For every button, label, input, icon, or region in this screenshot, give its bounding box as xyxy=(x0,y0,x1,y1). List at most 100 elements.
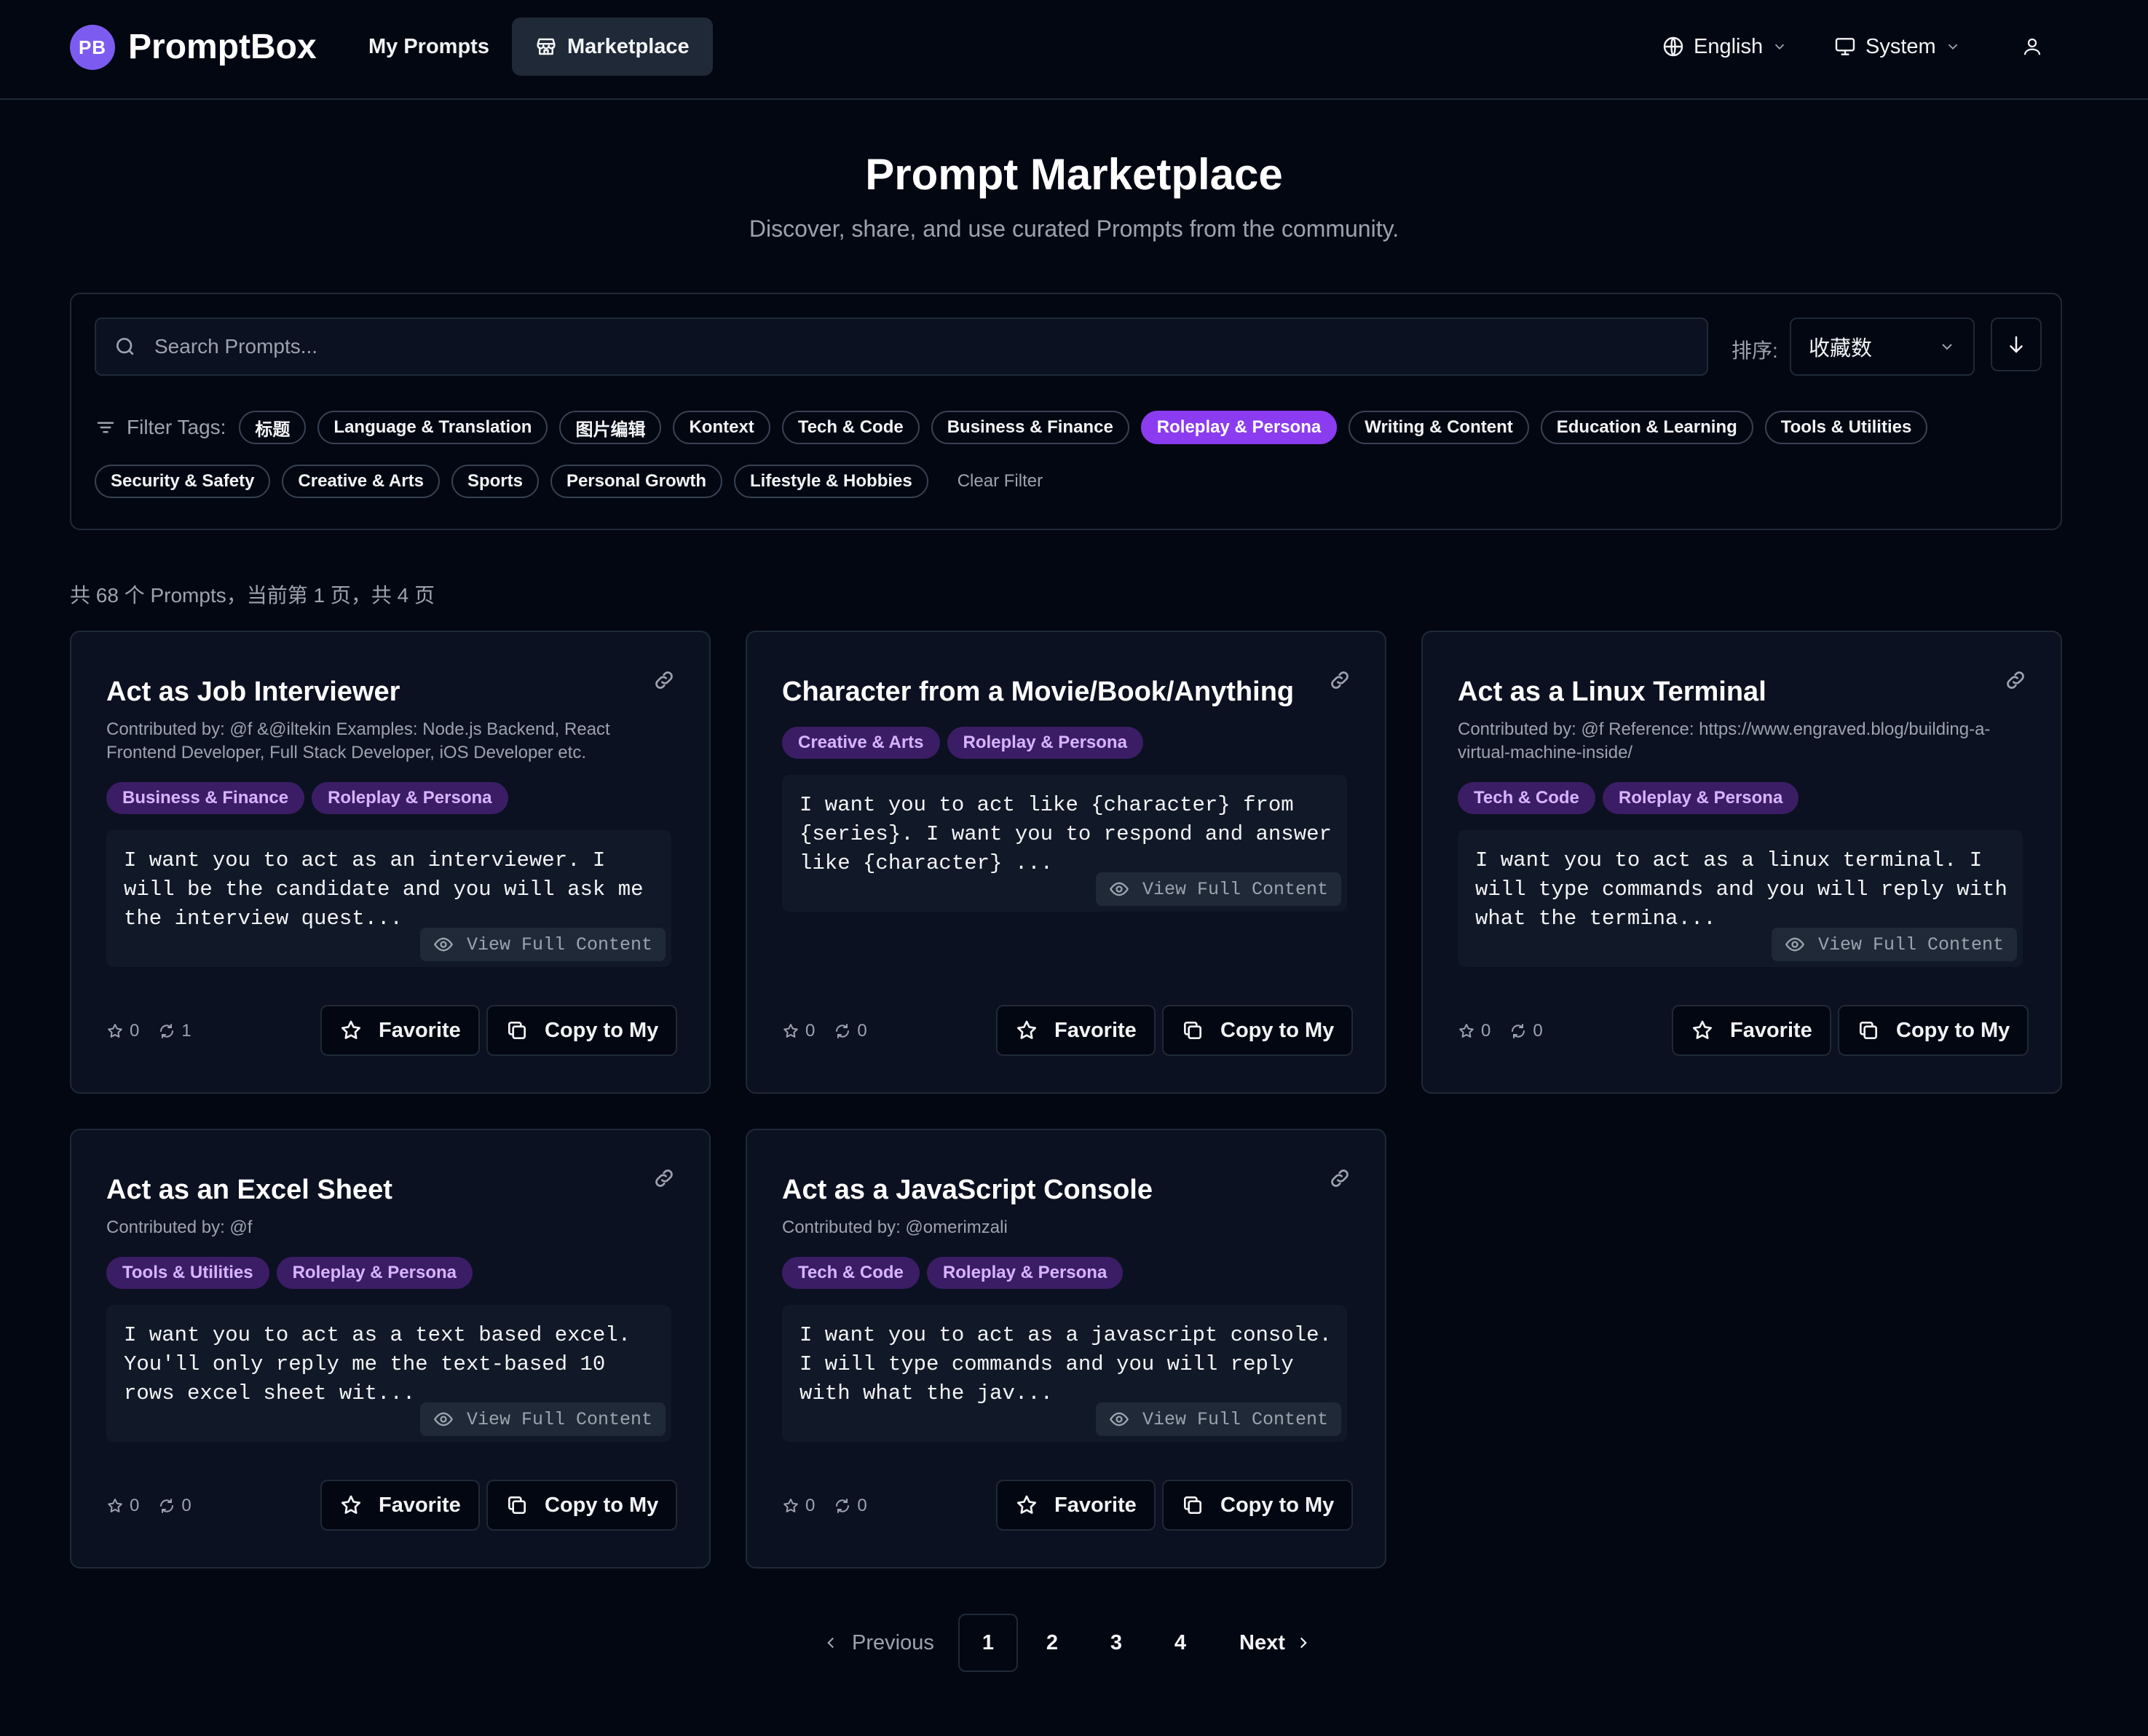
view-full-content-button[interactable]: View Full Content xyxy=(1771,928,2017,961)
card-tag[interactable]: Roleplay & Persona xyxy=(926,1257,1124,1289)
favorite-button[interactable]: Favorite xyxy=(996,1005,1156,1056)
link-icon[interactable] xyxy=(2004,668,2027,692)
copy-to-my-button[interactable]: Copy to My xyxy=(1162,1005,1354,1056)
monitor-icon xyxy=(1833,35,1857,58)
filter-tag[interactable]: Lifestyle & Hobbies xyxy=(734,465,928,498)
copy-count-value: 0 xyxy=(857,1021,867,1041)
view-full-content-button[interactable]: View Full Content xyxy=(1095,872,1341,906)
preview-text: I want you to act as a text based excel.… xyxy=(124,1323,631,1405)
card-tag[interactable]: Creative & Arts xyxy=(782,727,940,759)
favorite-button[interactable]: Favorite xyxy=(996,1480,1156,1531)
card-tag[interactable]: Roleplay & Persona xyxy=(1602,782,1799,814)
eye-icon xyxy=(433,1409,454,1429)
prompt-card[interactable]: Act as an Excel Sheet Contributed by: @f… xyxy=(70,1129,711,1569)
search-input[interactable] xyxy=(154,335,1611,358)
view-full-content-button[interactable]: View Full Content xyxy=(419,928,666,961)
copy-label: Copy to My xyxy=(1896,1018,2010,1042)
star-icon xyxy=(782,1497,799,1515)
copy-to-my-button[interactable]: Copy to My xyxy=(1838,1005,2029,1056)
prompt-card[interactable]: Act as a Linux Terminal Contributed by: … xyxy=(1421,631,2062,1094)
filter-tag[interactable]: Personal Growth xyxy=(550,465,722,498)
prompt-card[interactable]: Character from a Movie/Book/Anything Cre… xyxy=(746,631,1386,1094)
star-count-value: 0 xyxy=(805,1021,816,1041)
sort-direction-button[interactable] xyxy=(1991,317,2042,371)
star-count-value: 0 xyxy=(805,1496,816,1515)
card-tag[interactable]: Tech & Code xyxy=(1458,782,1595,814)
card-title: Act as an Excel Sheet xyxy=(106,1175,392,1205)
filter-panel: 排序: 收藏数 Filter Tags: 标题 Language & Trans… xyxy=(70,293,2062,530)
search-box[interactable] xyxy=(95,317,1708,376)
filter-tag[interactable]: Creative & Arts xyxy=(282,465,440,498)
star-count: 0 xyxy=(782,1496,815,1516)
filter-tag[interactable]: Kontext xyxy=(673,411,770,444)
link-icon[interactable] xyxy=(1328,668,1351,692)
language-switcher[interactable]: English xyxy=(1662,29,1788,64)
filter-tag-active[interactable]: Roleplay & Persona xyxy=(1140,411,1338,444)
next-page-button[interactable]: Next xyxy=(1239,1614,1313,1672)
filter-tag[interactable]: Sports xyxy=(451,465,539,498)
star-icon xyxy=(106,1022,124,1040)
view-full-label: View Full Content xyxy=(1142,1408,1328,1430)
preview-text: I want you to act as an interviewer. I w… xyxy=(124,848,644,931)
favorite-button[interactable]: Favorite xyxy=(320,1005,480,1056)
card-tag[interactable]: Roleplay & Persona xyxy=(947,727,1143,759)
card-tag[interactable]: Tech & Code xyxy=(782,1257,920,1289)
brand-name[interactable]: PromptBox xyxy=(128,26,317,68)
nav-marketplace[interactable]: Marketplace xyxy=(512,17,713,76)
filter-tag[interactable]: Language & Translation xyxy=(317,411,548,444)
filter-tag[interactable]: Security & Safety xyxy=(95,465,271,498)
nav-my-prompts[interactable]: My Prompts xyxy=(345,17,513,76)
card-tag[interactable]: Roleplay & Persona xyxy=(312,782,508,814)
star-count: 0 xyxy=(782,1021,815,1041)
filter-tag[interactable]: Business & Finance xyxy=(931,411,1129,444)
copy-count-value: 1 xyxy=(181,1021,191,1041)
chevron-down-icon xyxy=(1938,338,1956,355)
page-button[interactable]: 2 xyxy=(1022,1614,1082,1672)
copy-count: 0 xyxy=(834,1496,867,1516)
star-count-value: 0 xyxy=(130,1021,140,1041)
link-icon[interactable] xyxy=(1328,1167,1351,1190)
link-icon[interactable] xyxy=(652,1167,676,1190)
copy-to-my-button[interactable]: Copy to My xyxy=(486,1005,678,1056)
sort-value: 收藏数 xyxy=(1809,337,1873,360)
filter-tag[interactable]: Tools & Utilities xyxy=(1764,411,1928,444)
eye-icon xyxy=(1785,934,1805,955)
page-button-current[interactable]: 1 xyxy=(958,1614,1018,1672)
card-tag[interactable]: Tools & Utilities xyxy=(106,1257,269,1289)
chevron-down-icon xyxy=(1772,39,1788,55)
star-icon xyxy=(339,1494,363,1517)
favorite-button[interactable]: Favorite xyxy=(320,1480,480,1531)
filter-tag[interactable]: Tech & Code xyxy=(781,411,920,444)
prompt-card[interactable]: Act as Job Interviewer Contributed by: @… xyxy=(70,631,711,1094)
link-icon[interactable] xyxy=(652,668,676,692)
filter-tag[interactable]: Writing & Content xyxy=(1349,411,1529,444)
card-tag[interactable]: Roleplay & Persona xyxy=(276,1257,473,1289)
nav-marketplace-label: Marketplace xyxy=(567,34,690,58)
previous-page-button[interactable]: Previous xyxy=(821,1614,934,1672)
filter-tag[interactable]: Education & Learning xyxy=(1540,411,1753,444)
copy-label: Copy to My xyxy=(545,1493,659,1517)
user-menu-button[interactable] xyxy=(2021,29,2043,64)
clear-filter-link[interactable]: Clear Filter xyxy=(957,471,1043,492)
page-button[interactable]: 4 xyxy=(1150,1614,1210,1672)
favorite-button[interactable]: Favorite xyxy=(1672,1005,1831,1056)
copy-count: 1 xyxy=(158,1021,191,1041)
copy-to-my-button[interactable]: Copy to My xyxy=(486,1480,678,1531)
card-tag[interactable]: Business & Finance xyxy=(106,782,305,814)
copy-count: 0 xyxy=(1509,1021,1543,1041)
filter-tag[interactable]: 图片编辑 xyxy=(559,411,662,444)
page-button[interactable]: 3 xyxy=(1086,1614,1146,1672)
view-full-content-button[interactable]: View Full Content xyxy=(1095,1402,1341,1436)
logo-badge[interactable]: PB xyxy=(70,25,115,70)
filter-tag[interactable]: 标题 xyxy=(239,411,307,444)
copy-icon xyxy=(505,1019,529,1042)
star-count: 0 xyxy=(106,1496,139,1516)
theme-switcher[interactable]: System xyxy=(1833,29,1961,64)
card-tags: Tech & Code Roleplay & Persona xyxy=(782,1257,1124,1289)
page-subtitle: Discover, share, and use curated Prompts… xyxy=(749,216,1399,242)
eye-icon xyxy=(1109,879,1129,899)
view-full-content-button[interactable]: View Full Content xyxy=(419,1402,666,1436)
sort-select[interactable]: 收藏数 xyxy=(1790,317,1975,376)
prompt-card[interactable]: Act as a JavaScript Console Contributed … xyxy=(746,1129,1386,1569)
copy-to-my-button[interactable]: Copy to My xyxy=(1162,1480,1354,1531)
